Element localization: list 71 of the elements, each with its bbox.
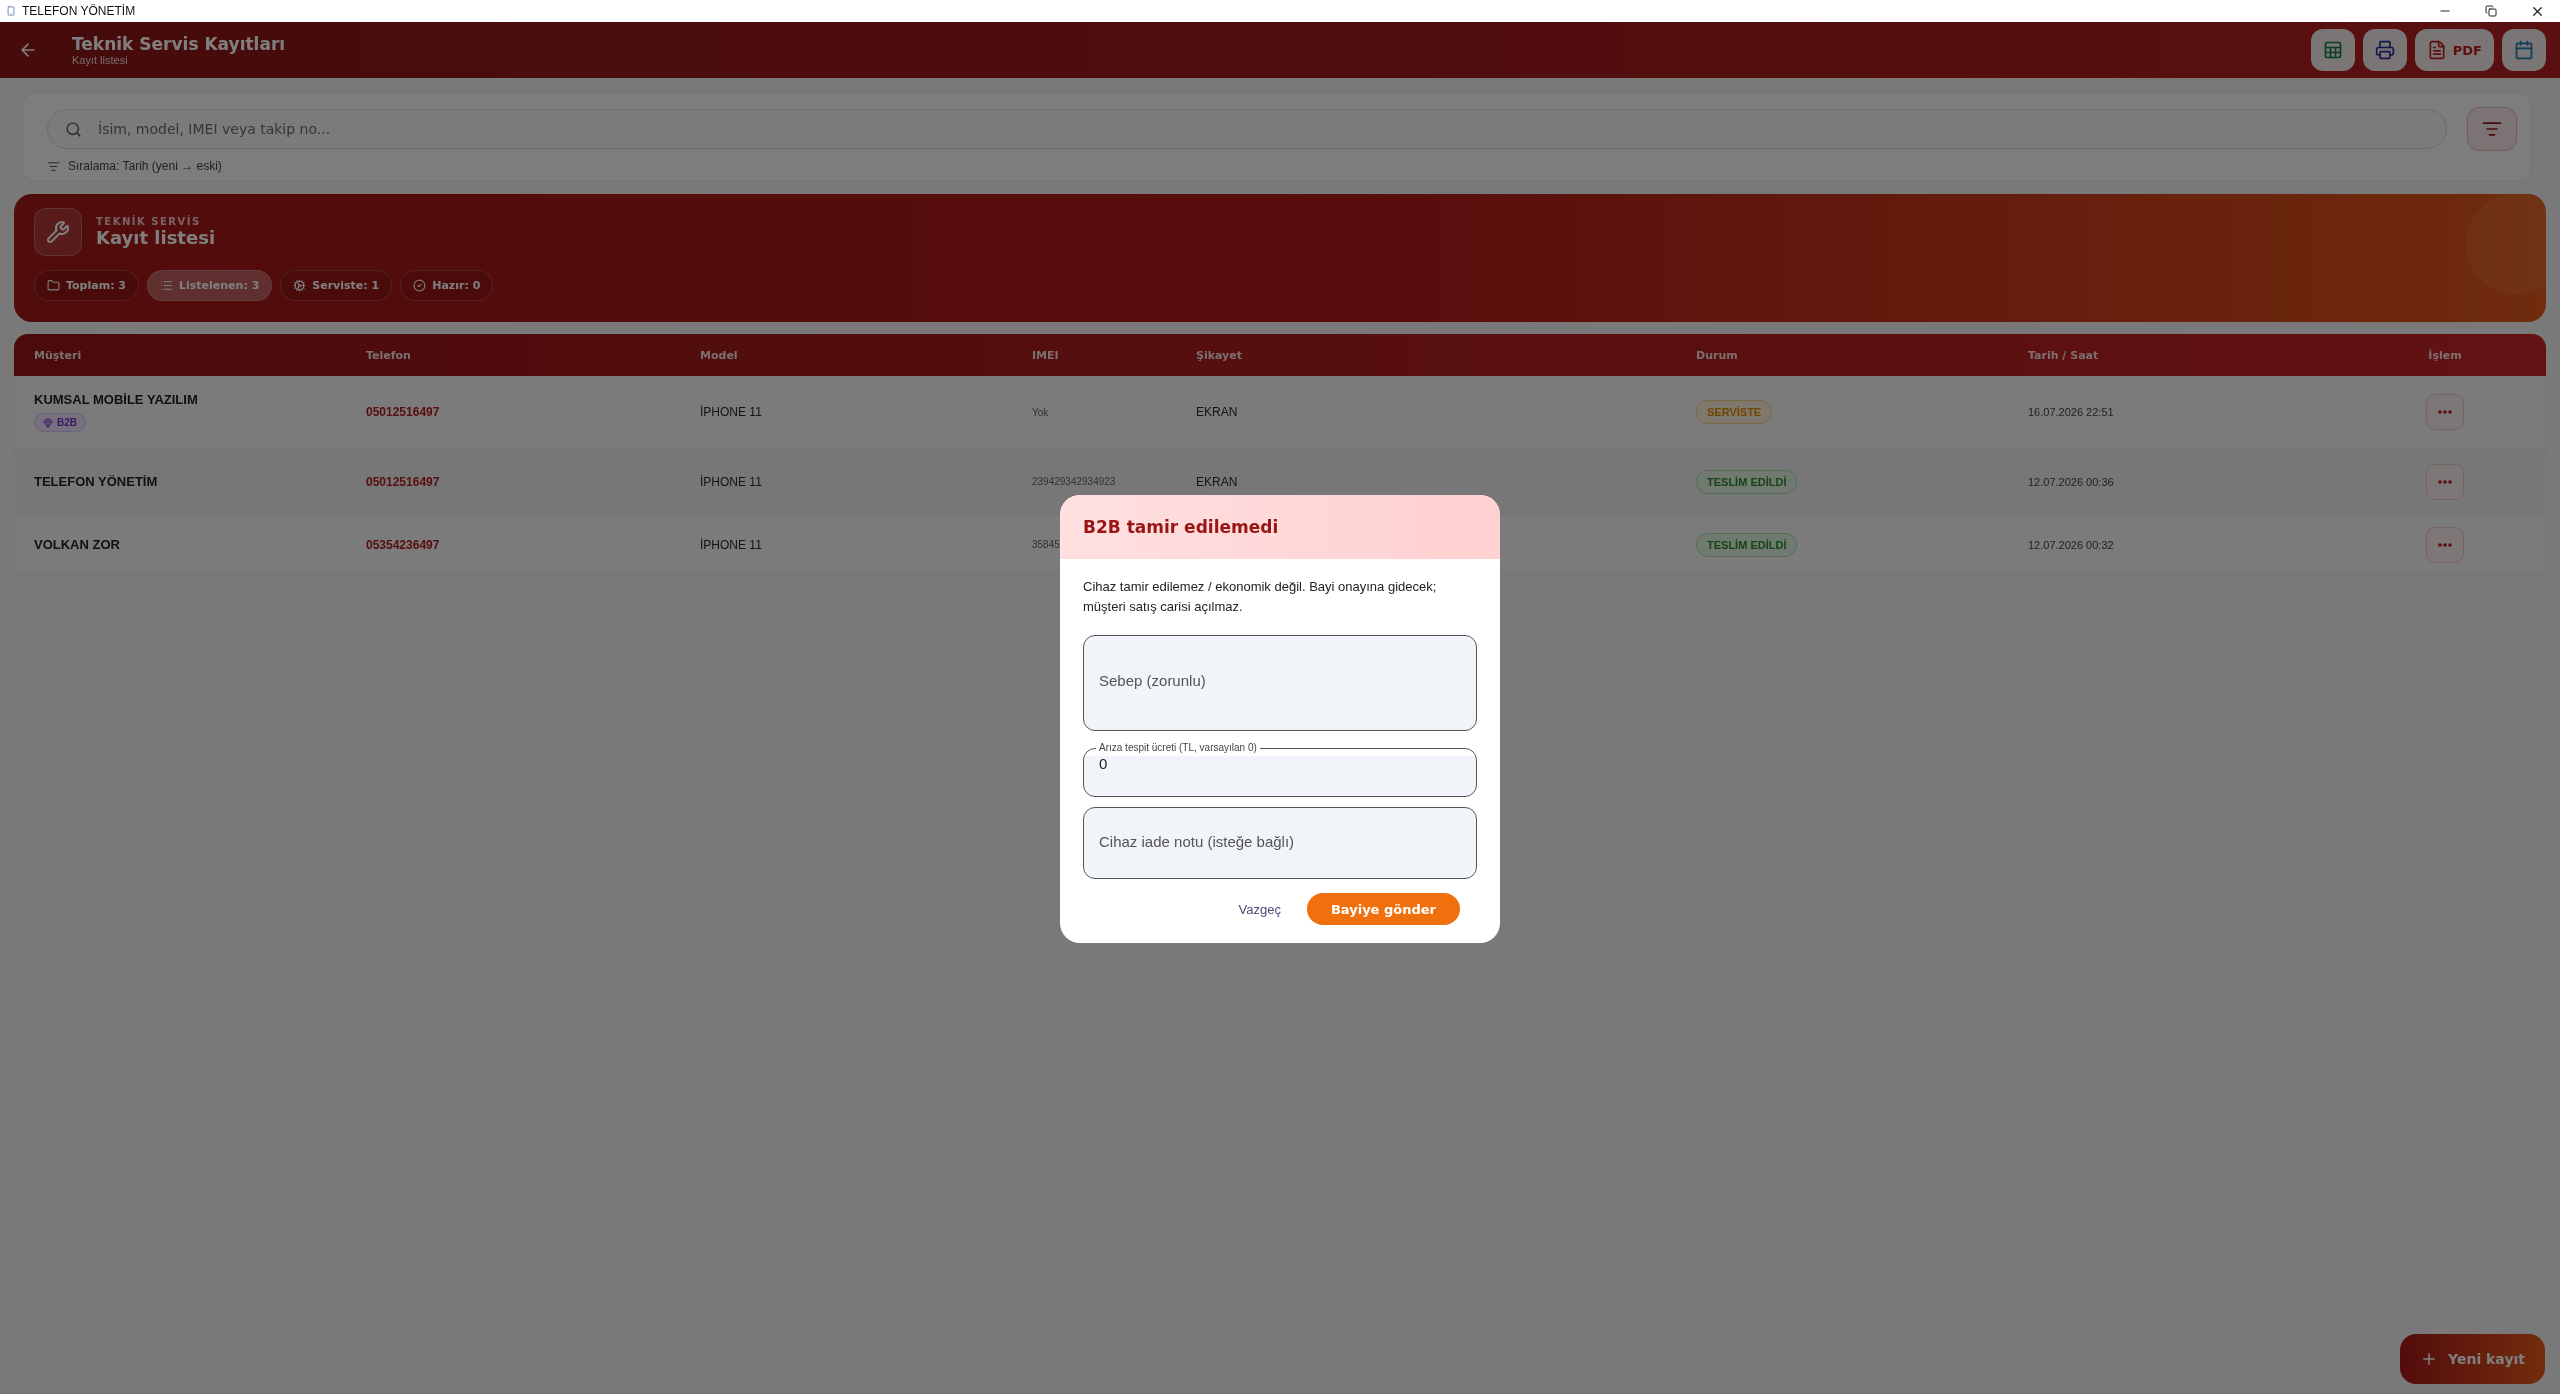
sort-icon (2482, 119, 2502, 139)
status-badge: TESLİM EDİLDİ (1696, 532, 1798, 557)
note-field[interactable]: Cihaz iade notu (isteğe bağlı) (1083, 807, 1477, 879)
model-cell-text: İPHONE 11 (700, 474, 763, 489)
app-icon (6, 6, 16, 16)
pdf-label: PDF (2452, 42, 2482, 58)
more-button[interactable] (2426, 526, 2464, 563)
customer-name: KUMSAL MOBİLE YAZILIM (34, 392, 198, 407)
more-icon (2438, 542, 2452, 547)
page-subtitle: Kayıt listesi (72, 54, 129, 66)
customer-name: TELEFON YÖNETİM (34, 474, 158, 489)
more-button[interactable] (2426, 463, 2464, 500)
column-header: Müşteri (34, 348, 82, 362)
print-button[interactable] (2362, 29, 2407, 71)
model-cell-text: İPHONE 11 (700, 537, 763, 552)
model-cell-text: İPHONE 11 (700, 405, 763, 419)
column-header: IMEI (1032, 348, 1059, 362)
fee-field[interactable]: Arıza tespit ücreti (TL, varsayılan 0) 0 (1083, 741, 1477, 797)
complaint-cell-text: EKRAN (1196, 405, 1239, 419)
cancel-button[interactable]: Vazgeç (1232, 900, 1287, 918)
check-circle-icon (413, 279, 427, 292)
status-badge: SERVİSTE (1696, 400, 1773, 424)
calendar-icon (2514, 40, 2534, 60)
fee-label: Arıza tespit ücreti (TL, varsayılan 0) (1098, 741, 1258, 755)
page-title: Teknik Servis Kayıtları (72, 34, 286, 54)
excel-button[interactable] (2310, 29, 2355, 71)
date-cell-text: 16.07.2026 22:51 (2028, 406, 2115, 418)
sort-lines-icon (47, 159, 60, 173)
more-icon (2438, 410, 2452, 414)
section-title: Kayıt listesi (96, 227, 216, 248)
column-header: İşlem (2428, 348, 2462, 362)
spreadsheet-icon (2322, 40, 2343, 60)
phone-cell-text: 05354236497 (366, 537, 441, 552)
gear-icon (293, 279, 307, 292)
sort-button[interactable] (2467, 107, 2517, 151)
folder-icon (47, 279, 60, 292)
column-header: Telefon (366, 348, 411, 362)
print-icon (2374, 40, 2395, 60)
column-header: Tarih / Saat (2028, 348, 2099, 362)
imei-cell-text: 239429342934923 (1032, 476, 1117, 487)
more-icon (2438, 479, 2452, 484)
date-cell-text: 12.07.2026 00:36 (2028, 475, 2115, 488)
list-icon (160, 279, 173, 292)
send-button[interactable]: Bayiye gönder (1306, 893, 1460, 925)
gem-icon (43, 417, 53, 428)
column-header: Durum (1696, 348, 1738, 362)
window-title: TELEFON YÖNETİM (22, 4, 136, 18)
complaint-cell-text: EKRAN (1196, 474, 1239, 489)
badge-label: B2B (57, 417, 77, 428)
pdf-button[interactable]: PDF (2414, 29, 2494, 71)
phone-cell-text: 05012516497 (366, 405, 441, 419)
new-record-button[interactable]: Yeni kayıt (2400, 1334, 2545, 1384)
customer-name: VOLKAN ZOR (34, 537, 120, 552)
fee-input[interactable]: 0 (1099, 755, 1461, 772)
dialog-message: Cihaz tamir edilemez / ekonomik değil. Bayi onayına gidecek; müşteri satış carisi açılmaz. (1083, 578, 1438, 616)
search-field[interactable]: İsim, model, IMEI veya takip no... (47, 109, 2447, 149)
section-eyebrow: TEKNİK SERVİS (96, 216, 202, 227)
phone-cell-text: 05012516497 (366, 474, 441, 489)
dialog-title: B2B tamir edilemedi (1083, 517, 1279, 537)
calendar-button[interactable] (2502, 29, 2546, 71)
imei-cell-text: 35845 (1032, 539, 1061, 550)
column-header: Şikayet (1196, 348, 1242, 362)
more-button[interactable] (2426, 394, 2464, 430)
imei-cell-text: Yok (1032, 406, 1050, 418)
column-header: Model (700, 348, 738, 362)
status-badge: TESLİM EDİLDİ (1696, 469, 1798, 494)
restore-icon (2485, 5, 2497, 17)
date-cell-text: 12.07.2026 00:32 (2028, 538, 2115, 551)
reason-field[interactable]: Sebep (zorunlu) (1083, 635, 1477, 731)
sort-label: Sıralama: Tarih (yeni → eski) (68, 159, 222, 173)
new-record-label: Yeni kayıt (2448, 1351, 2525, 1367)
